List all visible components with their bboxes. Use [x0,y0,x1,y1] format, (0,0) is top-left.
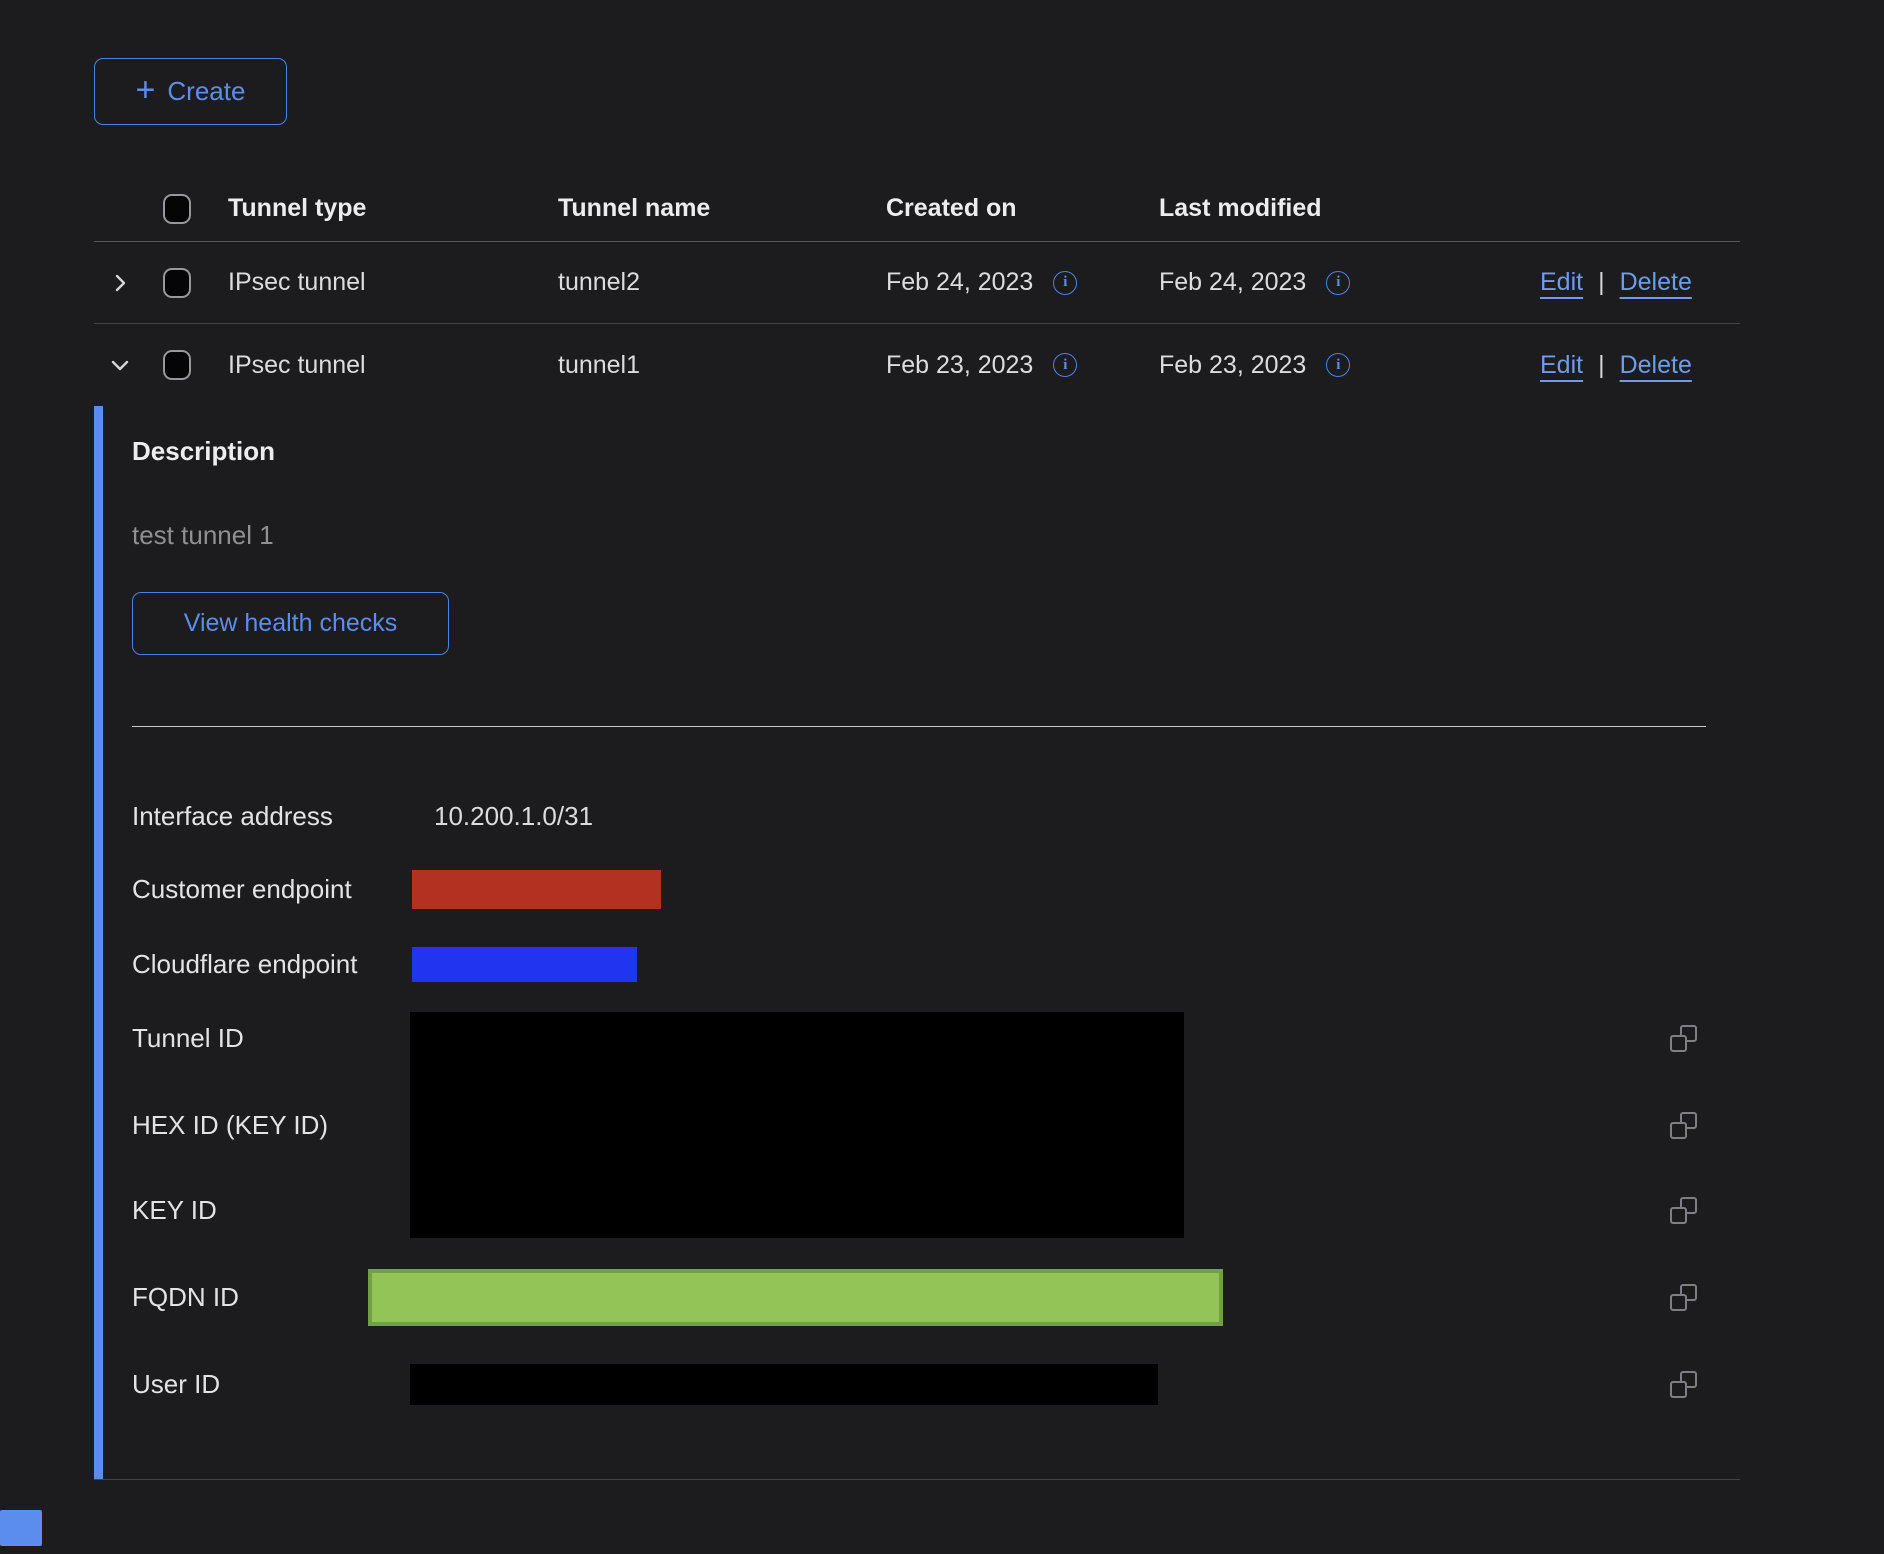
chevron-right-icon [108,271,132,295]
cloudflare-endpoint-redaction [412,947,637,982]
fqdn-id-redaction [368,1269,1223,1326]
expand-row-button[interactable] [108,271,132,295]
select-all-checkbox[interactable] [163,194,191,224]
expanded-details-panel: Description test tunnel 1 View health ch… [94,406,1740,1480]
action-separator: | [1598,268,1605,297]
info-icon[interactable]: i [1053,271,1077,295]
scrollbar-fragment [0,1510,42,1546]
cell-tunnel-type: IPsec tunnel [228,268,558,297]
delete-link[interactable]: Delete [1620,268,1692,297]
customer-endpoint-redaction [412,870,661,909]
user-id-label: User ID [132,1368,220,1400]
interface-address-label: Interface address [132,800,333,832]
view-health-checks-button[interactable]: View health checks [132,592,449,655]
copy-key-id-icon[interactable] [1670,1197,1697,1224]
create-button[interactable]: + Create [94,58,287,125]
tunnels-table: Tunnel type Tunnel name Created on Last … [94,176,1740,1480]
interface-address-value: 10.200.1.0/31 [434,800,593,832]
header-created-on: Created on [886,194,1159,223]
edit-link[interactable]: Edit [1540,268,1583,297]
customer-endpoint-label: Customer endpoint [132,873,352,905]
cloudflare-endpoint-label: Cloudflare endpoint [132,948,358,980]
collapse-row-button[interactable] [108,353,132,377]
info-icon[interactable]: i [1326,353,1350,377]
delete-link[interactable]: Delete [1620,351,1692,380]
key-id-label: KEY ID [132,1194,217,1226]
table-row-tunnel1: IPsec tunnel tunnel1 Feb 23, 2023 i Feb … [94,324,1740,406]
description-value: test tunnel 1 [132,520,274,551]
info-icon[interactable]: i [1326,271,1350,295]
action-separator: | [1598,351,1605,380]
cell-created-on: Feb 24, 2023 [886,268,1033,297]
copy-tunnel-id-icon[interactable] [1670,1025,1697,1052]
fqdn-id-label: FQDN ID [132,1281,239,1313]
table-row-tunnel2: IPsec tunnel tunnel2 Feb 24, 2023 i Feb … [94,242,1740,324]
cell-tunnel-name: tunnel1 [558,351,886,380]
cell-last-modified: Feb 24, 2023 [1159,268,1306,297]
table-header-row: Tunnel type Tunnel name Created on Last … [94,176,1740,242]
create-button-label: Create [167,76,245,107]
header-tunnel-name: Tunnel name [558,194,886,223]
hex-id-label: HEX ID (KEY ID) [132,1109,328,1141]
tunnels-page: + Create Tunnel type Tunnel name Created… [0,0,1884,1554]
tunnel-id-label: Tunnel ID [132,1022,244,1054]
copy-fqdn-id-icon[interactable] [1670,1284,1697,1311]
description-label: Description [132,436,275,467]
row-checkbox[interactable] [163,268,191,298]
header-last-modified: Last modified [1159,194,1540,223]
info-icon[interactable]: i [1053,353,1077,377]
edit-link[interactable]: Edit [1540,351,1583,380]
expanded-accent-bar [94,406,103,1479]
header-tunnel-type: Tunnel type [228,194,558,223]
row-checkbox[interactable] [163,350,191,380]
cell-created-on: Feb 23, 2023 [886,351,1033,380]
chevron-down-icon [108,353,132,377]
copy-user-id-icon[interactable] [1670,1371,1697,1398]
cell-tunnel-type: IPsec tunnel [228,351,558,380]
plus-icon: + [136,73,156,107]
user-id-redaction [410,1364,1158,1405]
copy-hex-id-icon[interactable] [1670,1112,1697,1139]
cell-last-modified: Feb 23, 2023 [1159,351,1306,380]
ids-redaction-block [410,1012,1184,1238]
section-divider [132,726,1706,727]
cell-tunnel-name: tunnel2 [558,268,886,297]
